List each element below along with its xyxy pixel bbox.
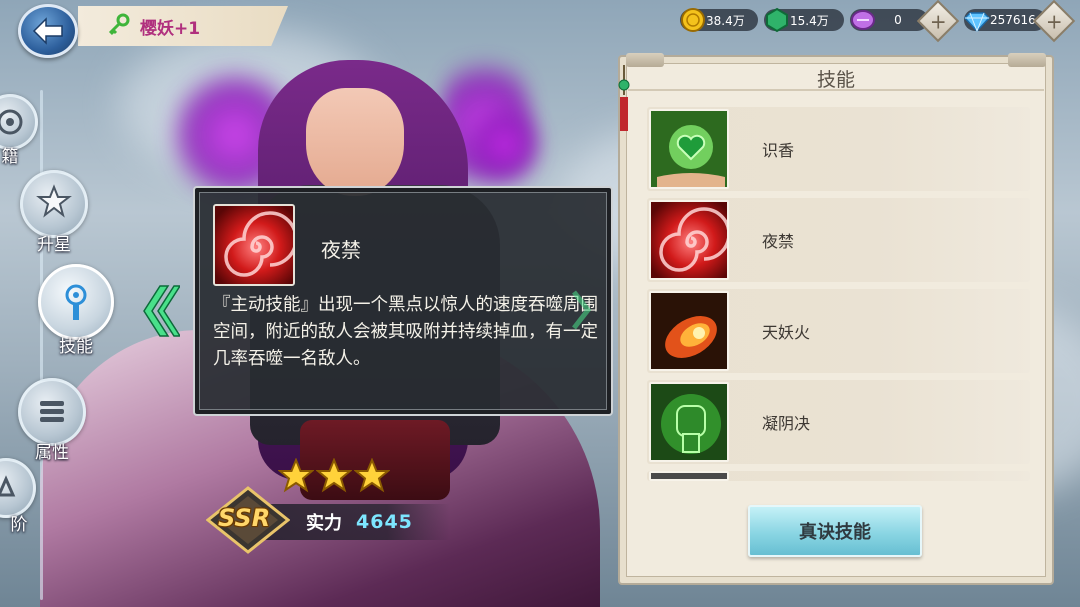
skill-name: 凝阴决 xyxy=(762,414,811,433)
chevron-left-icon[interactable] xyxy=(138,282,180,340)
true-skill-button-label: 真诀技能 xyxy=(799,522,871,543)
attributes-icon xyxy=(18,378,86,446)
nav-item-book[interactable]: 籍 xyxy=(0,94,38,167)
star-upgrade-icon xyxy=(20,170,88,238)
tooltip-skill-description: 『主动技能』出现一个黑点以惊人的速度吞噬周围空间，附近的敌人会被其吸附并持续掉血… xyxy=(213,295,598,369)
back-button[interactable] xyxy=(18,4,78,58)
heart-orb-icon xyxy=(649,109,729,189)
jade-resource: 15.4万 xyxy=(764,7,844,33)
skill-tooltip: 夜禁 『主动技能』出现一个黑点以惊人的速度吞噬周围空间，附近的敌人会被其吸附并持… xyxy=(193,186,613,416)
skill-list: 识香 夜禁 天妖火 凝阴决 xyxy=(647,107,1030,487)
gold-resource: 38.4万 xyxy=(680,8,758,32)
nav-label-rank: 阶 xyxy=(10,515,28,535)
skill-row-2[interactable]: 夜禁 xyxy=(647,198,1030,282)
panel-title: 技能 xyxy=(816,69,855,91)
skill-name: 天妖火 xyxy=(762,323,811,342)
skill-row-partial[interactable] xyxy=(647,471,1030,481)
star-icon xyxy=(316,458,352,493)
tooltip-skill-name: 夜禁 xyxy=(321,238,361,262)
fireball-icon xyxy=(649,291,729,371)
skill-row-3[interactable]: 天妖火 xyxy=(647,289,1030,373)
purple-crystal-icon xyxy=(851,10,875,30)
back-arrow-icon xyxy=(32,17,63,45)
plus-icon: + xyxy=(1045,8,1063,33)
green-fist-icon xyxy=(649,382,729,462)
tassel-decoration xyxy=(618,65,630,131)
rank-icon xyxy=(0,458,36,518)
nav-label-attributes: 属性 xyxy=(35,443,69,463)
skill-name: 夜禁 xyxy=(762,232,795,251)
key-icon xyxy=(108,13,130,36)
true-skill-button[interactable]: 真诀技能 xyxy=(748,505,922,557)
rarity-text: SSR xyxy=(218,504,271,532)
rarity-badge: SSR xyxy=(206,486,290,554)
gold-coin-icon xyxy=(681,8,705,32)
hero-stars xyxy=(278,458,390,494)
nav-item-star-upgrade[interactable]: 升星 xyxy=(20,170,88,255)
skill-row-1[interactable]: 识香 xyxy=(647,107,1030,191)
power-value: 4645 xyxy=(356,511,413,533)
green-jade-icon xyxy=(766,7,788,33)
red-vortex-icon xyxy=(649,200,729,280)
star-icon xyxy=(354,458,390,493)
chevron-right-icon[interactable] xyxy=(572,290,592,330)
hero-face xyxy=(306,88,404,196)
red-vortex-icon xyxy=(213,204,295,286)
skill-icon xyxy=(38,264,114,340)
diamond-icon xyxy=(964,12,990,33)
skill-slot-icon xyxy=(649,471,729,481)
power-label: 实力 xyxy=(306,513,342,534)
nav-label-book: 籍 xyxy=(1,147,19,167)
nav-label-star-upgrade: 升星 xyxy=(37,235,71,255)
nav-item-attributes[interactable]: 属性 xyxy=(18,378,86,463)
nav-item-rank[interactable]: 阶 xyxy=(0,458,36,535)
skill-row-4[interactable]: 凝阴决 xyxy=(647,380,1030,464)
skill-name: 识香 xyxy=(762,141,795,160)
nav-label-skill: 技能 xyxy=(59,337,93,357)
character-name: 樱妖+1 xyxy=(140,18,201,39)
nav-item-skill[interactable]: 技能 xyxy=(38,264,114,357)
plus-icon: + xyxy=(929,8,947,33)
side-navigation: 籍 升星 技能 属性 阶 xyxy=(0,90,130,607)
character-title-tab: 樱妖+1 xyxy=(78,6,288,46)
